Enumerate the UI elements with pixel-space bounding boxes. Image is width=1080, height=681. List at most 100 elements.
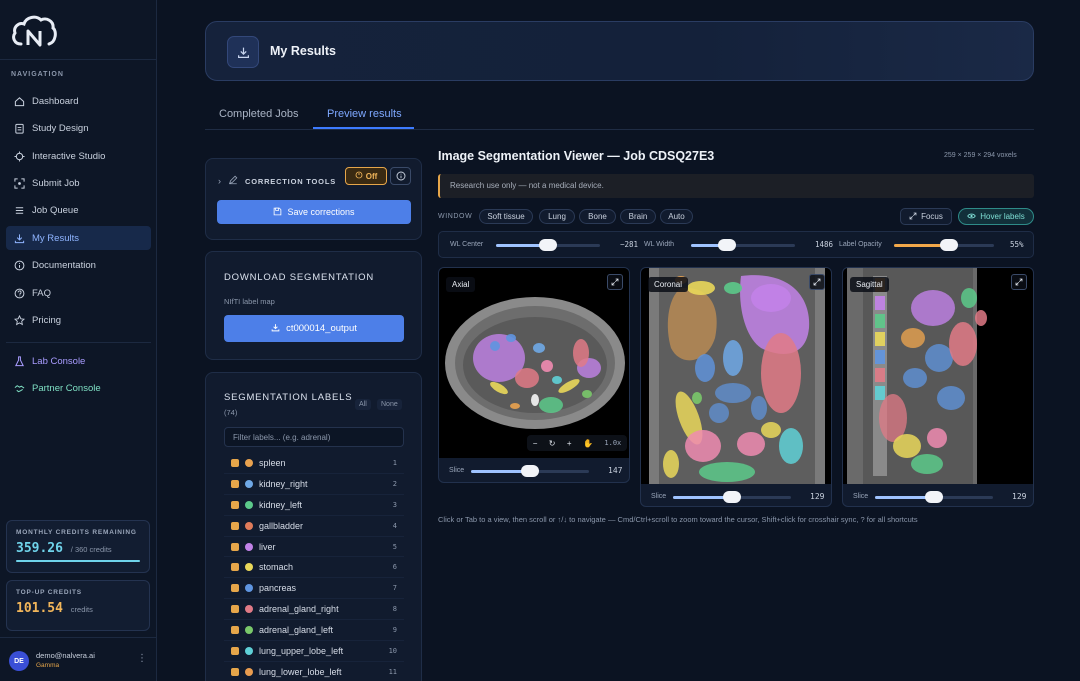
label-color-swatch[interactable] (245, 479, 253, 488)
tab-preview-results[interactable]: Preview results (327, 108, 402, 120)
axial-slice-control: Slice 147 (439, 460, 629, 482)
nav-heading: NAVIGATION (11, 71, 64, 78)
label-color-swatch[interactable] (245, 521, 253, 530)
sagittal-view-panel[interactable]: Sagittal Slice 129 (842, 267, 1034, 507)
label-row[interactable]: gallbladder 4 (224, 516, 404, 537)
sidebar-item-partner-console[interactable]: Partner Console (6, 376, 151, 400)
label-index: 1 (392, 458, 397, 467)
sidebar-item-lab-console[interactable]: Lab Console (6, 349, 151, 373)
sidebar-item-label: Study Design (32, 122, 89, 134)
correction-toggle-button[interactable]: Off (345, 167, 387, 185)
label-color-swatch[interactable] (245, 626, 253, 635)
more-vertical-icon[interactable]: ⋮ (137, 653, 147, 664)
checkbox-checked-icon[interactable] (231, 563, 239, 572)
sidebar-item-my-results[interactable]: My Results (6, 226, 151, 250)
wl-width-thumb[interactable] (718, 239, 737, 251)
preset-soft-tissue[interactable]: Soft tissue (479, 209, 533, 224)
checkbox-checked-icon[interactable] (231, 500, 239, 509)
label-row[interactable]: stomach 6 (224, 557, 404, 579)
sidebar-item-dashboard[interactable]: Dashboard (6, 89, 151, 113)
label-opacity-thumb[interactable] (940, 239, 958, 251)
axial-slice-thumb[interactable] (521, 465, 539, 477)
preset-brain[interactable]: Brain (620, 209, 656, 224)
axial-canvas[interactable]: Axial − ↻ + ✋ 1.0x (439, 268, 629, 458)
sidebar-item-documentation[interactable]: Documentation (6, 253, 151, 277)
checkbox-checked-icon[interactable] (231, 521, 239, 530)
label-color-swatch[interactable] (245, 563, 253, 572)
select-none-button[interactable]: None (377, 399, 402, 410)
label-color-swatch[interactable] (245, 584, 253, 593)
label-row[interactable]: spleen 1 (224, 453, 404, 474)
sidebar-item-submit-job[interactable]: Submit Job (6, 171, 151, 195)
pan-hand-icon[interactable]: ✋ (583, 439, 593, 448)
reset-view-icon[interactable]: ↻ (549, 439, 556, 448)
label-row[interactable]: lung_lower_lobe_left 11 (224, 662, 404, 681)
label-index: 5 (392, 542, 397, 551)
label-row[interactable]: adrenal_gland_right 8 (224, 599, 404, 621)
coronal-view-panel[interactable]: Coronal Slice 129 (640, 267, 832, 507)
sidebar-item-study-design[interactable]: Study Design (6, 116, 151, 140)
sagittal-slice-slider[interactable] (875, 491, 993, 503)
chevron-right-icon[interactable]: › (218, 176, 221, 186)
avatar[interactable]: DE (9, 651, 29, 671)
label-color-swatch[interactable] (245, 458, 253, 467)
nalvera-logo[interactable] (11, 14, 57, 50)
download-output-button[interactable]: ct000014_output (224, 315, 404, 342)
label-row[interactable]: lung_upper_lobe_left 10 (224, 641, 404, 662)
zoom-out-icon[interactable]: − (533, 439, 538, 448)
info-button[interactable] (390, 167, 411, 185)
sagittal-canvas[interactable]: Sagittal (843, 268, 1033, 484)
active-tab-indicator (313, 127, 414, 129)
tab-completed-jobs[interactable]: Completed Jobs (219, 108, 299, 120)
checkbox-checked-icon[interactable] (231, 542, 239, 551)
preset-bone[interactable]: Bone (579, 209, 616, 224)
label-row[interactable]: kidney_right 2 (224, 474, 404, 495)
checkbox-checked-icon[interactable] (231, 458, 239, 467)
label-row[interactable]: pancreas 7 (224, 578, 404, 600)
sidebar-item-interactive-studio[interactable]: Interactive Studio (6, 144, 151, 168)
checkbox-checked-icon[interactable] (231, 479, 239, 488)
checkbox-checked-icon[interactable] (231, 646, 239, 655)
segmentation-labels-panel: SEGMENTATION LABELS (74) All None spleen… (205, 372, 422, 681)
checkbox-checked-icon[interactable] (231, 605, 239, 614)
label-color-swatch[interactable] (245, 542, 253, 551)
select-all-button[interactable]: All (355, 399, 371, 410)
label-filter-input[interactable] (224, 427, 404, 447)
expand-icon[interactable] (1011, 274, 1027, 290)
axial-slice-slider[interactable] (471, 465, 589, 477)
sidebar-item-faq[interactable]: FAQ (6, 281, 151, 305)
preset-auto[interactable]: Auto (660, 209, 693, 224)
expand-icon[interactable] (809, 274, 825, 290)
label-color-swatch[interactable] (245, 605, 253, 614)
save-corrections-button[interactable]: Save corrections (217, 200, 411, 224)
hover-labels-toggle[interactable]: Hover labels (958, 208, 1034, 225)
label-color-swatch[interactable] (245, 646, 253, 655)
user-menu[interactable]: DE demo@nalvera.ai Gamma ⋮ (0, 637, 157, 681)
label-opacity-slider[interactable] (894, 239, 994, 251)
wl-width-slider[interactable] (691, 239, 795, 251)
wl-center-thumb[interactable] (539, 239, 557, 251)
sagittal-slice-thumb[interactable] (925, 491, 943, 503)
axial-view-panel[interactable]: Axial − ↻ + ✋ 1.0x Slice 147 (438, 267, 630, 483)
sidebar-item-label: Lab Console (32, 355, 86, 367)
label-color-swatch[interactable] (245, 667, 253, 676)
correction-tools-panel: › CORRECTION TOOLS Off Save corrections (205, 158, 422, 240)
label-color-swatch[interactable] (245, 500, 253, 509)
checkbox-checked-icon[interactable] (231, 667, 239, 676)
wl-center-slider[interactable] (496, 239, 600, 251)
coronal-slice-slider[interactable] (673, 491, 791, 503)
coronal-canvas[interactable]: Coronal (641, 268, 831, 484)
coronal-slice-thumb[interactable] (723, 491, 741, 503)
sidebar-item-job-queue[interactable]: Job Queue (6, 198, 151, 222)
zoom-in-icon[interactable]: + (567, 439, 572, 448)
expand-icon[interactable] (607, 274, 623, 290)
checkbox-checked-icon[interactable] (231, 626, 239, 635)
correction-tools-header[interactable]: › CORRECTION TOOLS (218, 172, 336, 190)
label-row[interactable]: kidney_left 3 (224, 495, 404, 516)
checkbox-checked-icon[interactable] (231, 584, 239, 593)
focus-button[interactable]: Focus (900, 208, 952, 225)
preset-lung[interactable]: Lung (539, 209, 575, 224)
label-row[interactable]: liver 5 (224, 537, 404, 558)
label-row[interactable]: adrenal_gland_left 9 (224, 620, 404, 642)
sidebar-item-pricing[interactable]: Pricing (6, 308, 151, 332)
